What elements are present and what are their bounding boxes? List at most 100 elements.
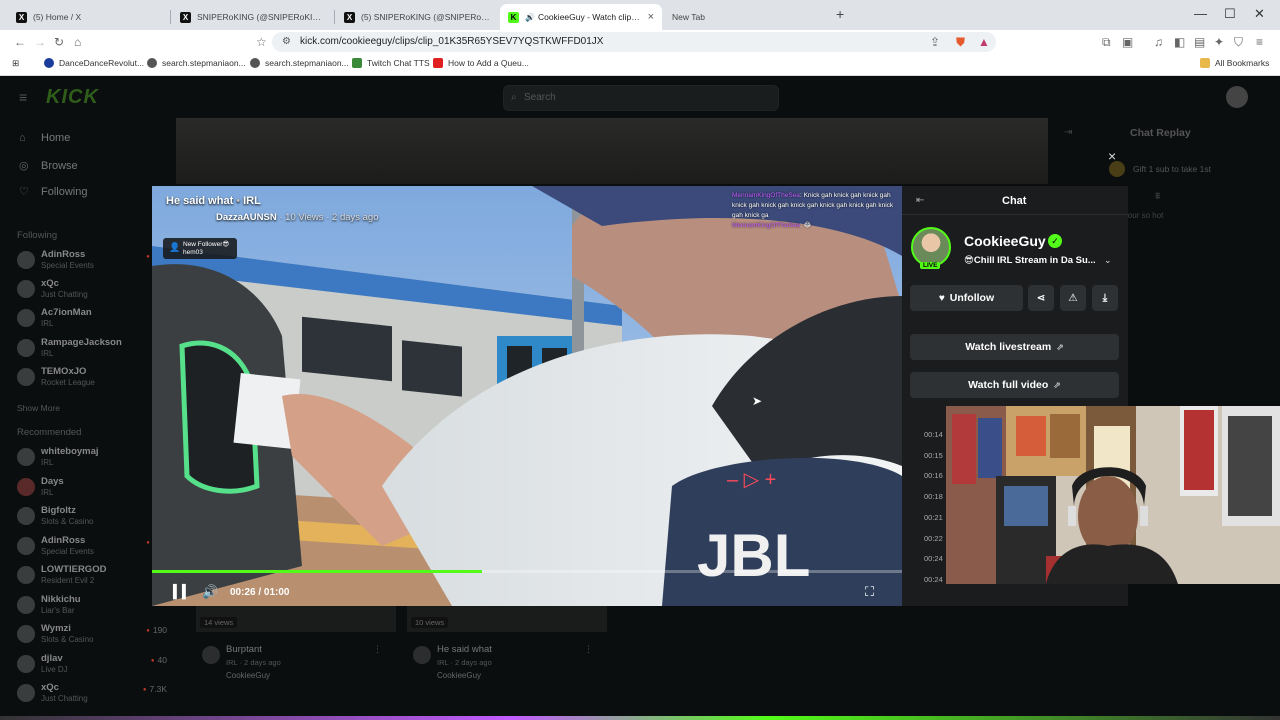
apps-icon[interactable]: ⊞: [12, 58, 19, 69]
clipper-name[interactable]: DazzaAUNSN: [216, 212, 277, 223]
viewer-count: 40: [151, 655, 167, 665]
volume-icon[interactable]: 🔊: [202, 584, 218, 600]
streamer-avatar[interactable]: [911, 227, 951, 267]
close-window-icon[interactable]: ✕: [1254, 6, 1265, 22]
channel-item[interactable]: RampageJacksonIRL1: [17, 336, 167, 362]
maximize-icon[interactable]: ☐: [1224, 6, 1236, 22]
wallet-icon[interactable]: ▣: [1122, 34, 1133, 50]
address-bar[interactable]: ⚙ kick.com/cookieeguy/clips/clip_01K35R6…: [272, 32, 996, 52]
clip-user[interactable]: CookieeGuy: [437, 671, 481, 680]
bookmark-item[interactable]: search.stepmaniaon...: [250, 58, 349, 68]
watch-livestream-button[interactable]: Watch livestream ⇗: [910, 334, 1119, 360]
media-icon[interactable]: ♫: [1154, 34, 1163, 50]
nav-home[interactable]: ⌂ Home: [19, 132, 70, 144]
all-bookmarks[interactable]: All Bookmarks: [1200, 58, 1269, 68]
channel-item[interactable]: whiteboymajIRL1: [17, 445, 167, 471]
browser-tab-active[interactable]: K 🔊 CookieeGuy - Watch clips on Kick ×: [500, 4, 662, 30]
channel-item[interactable]: AdinRossSpecial Events125: [17, 248, 167, 274]
report-button[interactable]: ⚠: [1060, 285, 1086, 311]
divider: [902, 214, 1128, 215]
forward-icon[interactable]: →: [34, 34, 46, 50]
browser-tab[interactable]: X SNIPERoKING (@SNIPERoKING) / X: [172, 4, 334, 30]
fullscreen-icon[interactable]: ⛶: [865, 584, 874, 600]
clip-user[interactable]: CookieeGuy: [226, 671, 270, 680]
channel-item[interactable]: WymziSlots & Casino 190: [17, 622, 167, 648]
channel-item[interactable]: LOWTIERGODResident Evil 21: [17, 563, 167, 589]
pause-button[interactable]: ▍▍: [173, 584, 192, 600]
wallet-icon[interactable]: ▤: [1194, 34, 1205, 50]
hamburger-menu-icon[interactable]: ≡: [19, 89, 27, 105]
vpn-icon[interactable]: ⛉: [1234, 34, 1243, 50]
unfollow-button[interactable]: ♥ Unfollow: [910, 285, 1023, 311]
bookmark-item[interactable]: Twitch Chat TTS: [352, 58, 430, 68]
channel-item[interactable]: TEMOxJORocket League1: [17, 365, 167, 391]
watch-full-label: Watch full video: [968, 379, 1049, 391]
more-options-icon[interactable]: ⋮: [584, 644, 593, 655]
collapse-icon[interactable]: ⇥: [1064, 127, 1072, 138]
brave-shield-icon[interactable]: ⛊: [956, 34, 965, 50]
home-icon[interactable]: ⌂: [74, 34, 81, 50]
video-progress-bar[interactable]: [152, 570, 902, 573]
chevron-down-icon[interactable]: ⌄: [1104, 255, 1112, 266]
filter-icon[interactable]: ⩩: [1155, 191, 1160, 202]
bookmark-icon[interactable]: ☆: [256, 34, 267, 50]
clip-title[interactable]: He said what: [437, 644, 492, 655]
chat-panel-title: Chat: [1002, 195, 1027, 207]
avatar: [17, 596, 35, 614]
bookmark-item[interactable]: How to Add a Queu...: [433, 58, 529, 68]
close-modal-button[interactable]: ×: [1108, 149, 1116, 163]
nav-following[interactable]: ♡ Following: [19, 185, 87, 199]
share-button[interactable]: ⋖: [1028, 285, 1054, 311]
reload-icon[interactable]: ↻: [54, 34, 64, 50]
bookmark-item[interactable]: search.stepmaniaon...: [147, 58, 246, 68]
clip-title[interactable]: Burptant: [226, 644, 262, 655]
browser-tab[interactable]: X (5) SNIPERoKING (@SNIPERoKING) / X: [336, 4, 498, 30]
show-more-link[interactable]: Show More: [17, 403, 60, 413]
gift-sub-banner[interactable]: Gift 1 sub to take 1st: [1109, 161, 1211, 177]
bookmark-label: search.stepmaniaon...: [162, 58, 246, 68]
channel-item[interactable]: Ac7ionManIRL6: [17, 306, 167, 332]
extensions-icon[interactable]: ⧉: [1102, 34, 1111, 50]
menu-icon[interactable]: ≡: [1256, 34, 1263, 50]
channel-item[interactable]: xQcJust Chatting7: [17, 277, 167, 303]
nav-label: Home: [41, 132, 71, 144]
channel-item[interactable]: BigfoltzSlots & Casino9: [17, 504, 167, 530]
download-button[interactable]: ⤓: [1092, 285, 1118, 311]
channel-item[interactable]: Nikkichu Liar's Bar: [17, 593, 167, 619]
channel-item[interactable]: xQcJust Chatting 7.3K: [17, 681, 167, 707]
all-bookmarks-label: All Bookmarks: [1215, 58, 1270, 68]
bookmark-favicon: [250, 58, 260, 68]
minimize-icon[interactable]: —: [1194, 6, 1207, 21]
watch-full-video-button[interactable]: Watch full video ⇗: [910, 372, 1119, 398]
channel-item[interactable]: AdinRossSpecial Events125: [17, 534, 167, 560]
browser-tab[interactable]: X (5) Home / X: [8, 4, 170, 30]
browser-tab[interactable]: New Tab: [664, 4, 826, 30]
channel-item[interactable]: djlavLive DJ 40: [17, 652, 167, 678]
collapse-chat-icon[interactable]: ⇤: [916, 195, 924, 206]
clip-category[interactable]: IRL: [243, 195, 261, 207]
user-avatar[interactable]: [1226, 86, 1248, 108]
rewards-icon[interactable]: ▲: [978, 34, 990, 50]
video-frame: JBL – ▷ +: [152, 186, 902, 606]
leo-ai-icon[interactable]: ✦: [1214, 34, 1224, 50]
sidebar-icon[interactable]: ◧: [1174, 34, 1185, 50]
share-icon[interactable]: ⇪: [930, 34, 940, 50]
video-player[interactable]: JBL – ▷ +: [152, 186, 902, 606]
new-follower-alert: 👤 New Follower😎 hem03: [163, 238, 237, 259]
back-icon[interactable]: ←: [14, 34, 26, 50]
close-tab-icon[interactable]: ×: [648, 11, 654, 23]
site-info-icon[interactable]: ⚙: [282, 32, 291, 52]
channel-item[interactable]: DaysIRL2: [17, 475, 167, 501]
new-tab-button[interactable]: +: [836, 6, 844, 22]
external-link-icon: ⇗: [1056, 341, 1064, 352]
kick-logo[interactable]: KICK: [46, 86, 99, 109]
streamer-name[interactable]: CookieeGuy: [964, 233, 1046, 249]
more-options-icon[interactable]: ⋮: [373, 644, 382, 655]
bookmark-item[interactable]: DanceDanceRevolut...: [44, 58, 144, 68]
chat-timestamp: 00:18: [924, 492, 943, 501]
tab-title: SNIPERoKING (@SNIPERoKING) / X: [197, 12, 326, 22]
view-count: 14 views: [200, 617, 238, 628]
nav-browse[interactable]: ◎ Browse: [19, 159, 78, 173]
search-input[interactable]: ⌕ Search: [503, 85, 779, 111]
avatar: [413, 646, 431, 664]
